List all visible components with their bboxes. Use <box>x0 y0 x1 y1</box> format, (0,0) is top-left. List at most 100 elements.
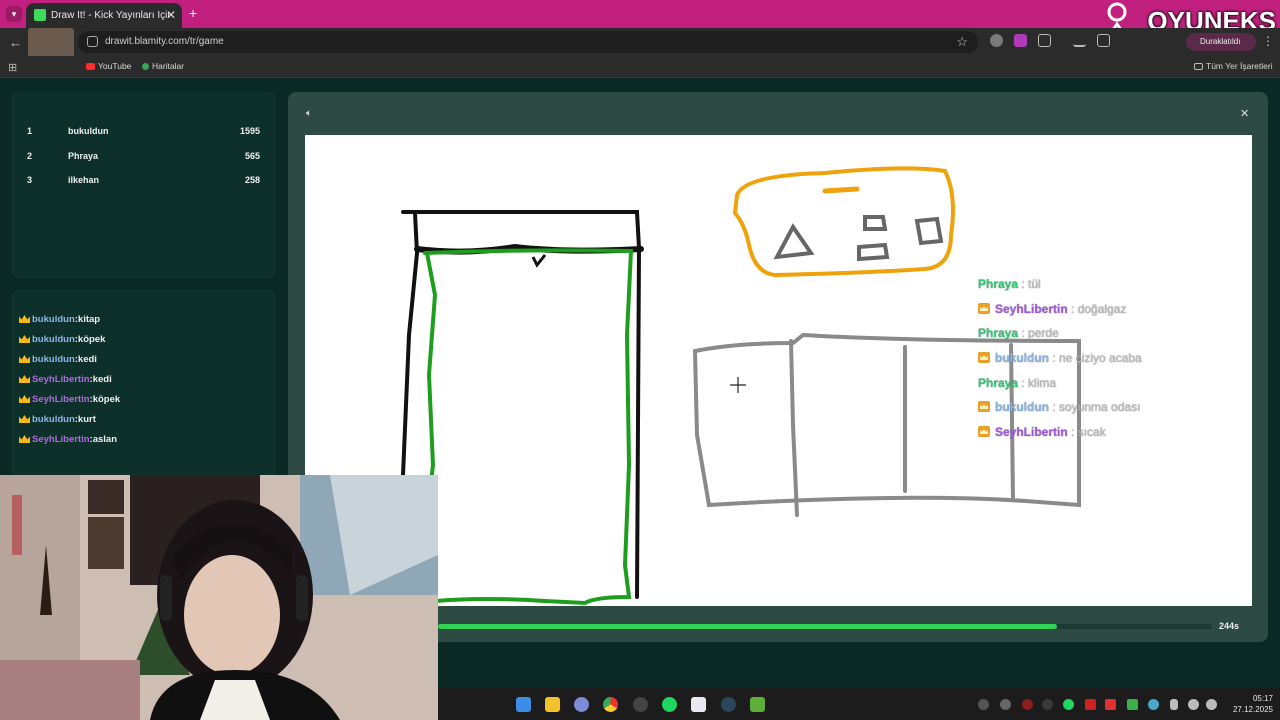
guess-word: kurt <box>77 414 96 425</box>
microphone-icon[interactable] <box>1170 699 1178 710</box>
chrome-icon[interactable] <box>603 697 618 712</box>
bookmark-label: Haritalar <box>152 61 185 71</box>
tab-close-icon[interactable]: ✕ <box>166 8 176 22</box>
player-score: 258 <box>244 175 260 185</box>
tray-icon[interactable] <box>1000 699 1011 710</box>
address-bar[interactable]: drawit.blamity.com/tr/game ☆ <box>78 31 978 53</box>
volume-icon[interactable] <box>1206 699 1217 710</box>
crown-icon <box>19 335 30 343</box>
browser-tab[interactable]: Draw It! - Kick Yayınları İçin Çiz... ✕ <box>26 3 182 28</box>
spotify-icon[interactable] <box>662 697 677 712</box>
download-icon[interactable] <box>1073 34 1086 47</box>
bookmark-star-icon[interactable]: ☆ <box>956 34 968 50</box>
apps-grid-icon[interactable]: ⊞ <box>8 61 17 74</box>
guess-user: SeyhLibertin <box>32 434 90 445</box>
tray-icon[interactable] <box>1105 699 1116 710</box>
leaderboard-row: 2 Phraya 565 <box>11 147 276 165</box>
extension-icon[interactable] <box>1014 34 1027 47</box>
obs-icon[interactable] <box>633 697 648 712</box>
chat-message: SeyhLibertin : sıcak <box>978 425 1106 439</box>
player-name: Phraya <box>68 151 99 161</box>
guess-word: aslan <box>92 434 118 445</box>
round-timer-label: 244s <box>1219 621 1240 631</box>
speaker-icon[interactable]: 🔈︎ <box>306 108 312 119</box>
leaderboard-panel: 1 bukuldun 1595 2 Phraya 565 3 ilkehan 2… <box>11 92 276 278</box>
chat-text: ne çiziyo acaba <box>1059 351 1142 365</box>
minecraft-icon[interactable] <box>750 697 765 712</box>
extension-icon[interactable] <box>990 34 1003 47</box>
chat-user: bukuldun <box>995 400 1049 414</box>
leaderboard-row: 3 ilkehan 258 <box>11 171 276 189</box>
system-clock[interactable]: 05:17 27.12.2025 <box>1229 693 1273 715</box>
windows-start-icon[interactable] <box>516 697 531 712</box>
chat-text: tül <box>1028 277 1041 291</box>
bookmarks-bar: ⊞ YouTube Haritalar Tüm Yer İşaretleri <box>0 56 1280 78</box>
chat-text: doğalgaz <box>1077 302 1127 316</box>
chat-user: SeyhLibertin <box>995 302 1068 316</box>
new-tab-icon[interactable]: + <box>189 5 197 21</box>
drawing-canvas[interactable] <box>305 135 1252 606</box>
chat-text: klima <box>1028 376 1057 390</box>
sidebar-icon[interactable] <box>1097 34 1110 47</box>
guess-user: SeyhLibertin <box>32 374 90 385</box>
chat-text: perde <box>1028 326 1059 340</box>
url-text: drawit.blamity.com/tr/game <box>105 36 224 47</box>
profile-paused-chip[interactable]: Duraklatıldı <box>1186 33 1256 51</box>
chat-message: Phraya : tül <box>978 277 1041 291</box>
guess-entry: SeyhLibertin:kedi <box>19 374 112 385</box>
crown-icon <box>19 375 30 383</box>
badge-icon <box>978 426 990 437</box>
drawit-favicon-icon <box>34 9 46 21</box>
extensions-puzzle-icon[interactable] <box>1038 34 1051 47</box>
file-explorer-icon[interactable] <box>545 697 560 712</box>
site-info-icon[interactable] <box>87 36 98 47</box>
crown-icon <box>19 395 30 403</box>
guess-user: bukuldun <box>32 334 75 345</box>
steam-icon[interactable] <box>721 697 736 712</box>
tray-icon[interactable] <box>1127 699 1138 710</box>
player-score: 565 <box>244 151 260 161</box>
tab-title: Draw It! - Kick Yayınları İçin Çiz... <box>51 10 169 21</box>
chat-message: bukuldun : ne çiziyo acaba <box>978 351 1142 365</box>
menu-kebab-icon[interactable]: ⋮ <box>1262 34 1274 48</box>
chat-message: Phraya : klima <box>978 376 1057 390</box>
chat-user: Phraya <box>978 277 1019 291</box>
chat-user: SeyhLibertin <box>995 425 1068 439</box>
close-icon[interactable]: ✕ <box>1240 107 1249 120</box>
youtube-icon <box>86 63 95 70</box>
app-icon[interactable] <box>691 697 706 712</box>
tray-icon[interactable] <box>1148 699 1159 710</box>
tray-icon[interactable] <box>978 699 989 710</box>
network-icon[interactable] <box>1188 699 1199 710</box>
tray-icon[interactable] <box>1022 699 1033 710</box>
settings-icon[interactable] <box>574 697 589 712</box>
guess-word: kedi <box>92 374 112 385</box>
guess-history-panel: bukuldun:kitap bukuldun:köpek bukuldun:k… <box>11 290 276 480</box>
bookmark-label: YouTube <box>98 61 132 71</box>
all-bookmarks-label: Tüm Yer İşaretleri <box>1206 61 1273 71</box>
rank: 2 <box>27 151 33 161</box>
guess-entry: SeyhLibertin:aslan <box>19 434 117 445</box>
crown-icon <box>19 435 30 443</box>
bookmark-maps[interactable]: Haritalar <box>142 61 184 71</box>
tab-search-icon[interactable]: ▾ <box>6 6 22 22</box>
webcam-feed-image <box>0 475 438 720</box>
back-arrow-icon[interactable]: ← <box>9 35 22 50</box>
spotify-tray-icon[interactable] <box>1063 699 1074 710</box>
chat-user: Phraya <box>978 376 1019 390</box>
leaderboard-row: 1 bukuldun 1595 <box>11 122 276 140</box>
chat-message: SeyhLibertin : doğalgaz <box>978 302 1126 316</box>
bookmark-youtube[interactable]: YouTube <box>86 61 131 71</box>
tray-icon[interactable] <box>1085 699 1096 710</box>
player-name: ilkehan <box>68 175 100 185</box>
crown-icon <box>19 315 30 323</box>
chat-user: Phraya <box>978 326 1019 340</box>
tray-icon[interactable] <box>1042 699 1053 710</box>
chat-text: soyunma odası <box>1059 400 1141 414</box>
all-bookmarks[interactable]: Tüm Yer İşaretleri <box>1194 61 1273 71</box>
badge-icon <box>978 303 990 314</box>
guess-entry: bukuldun:kurt <box>19 414 96 425</box>
chat-message: Phraya : perde <box>978 326 1059 340</box>
guess-user: bukuldun <box>32 414 75 425</box>
crown-icon <box>19 415 30 423</box>
